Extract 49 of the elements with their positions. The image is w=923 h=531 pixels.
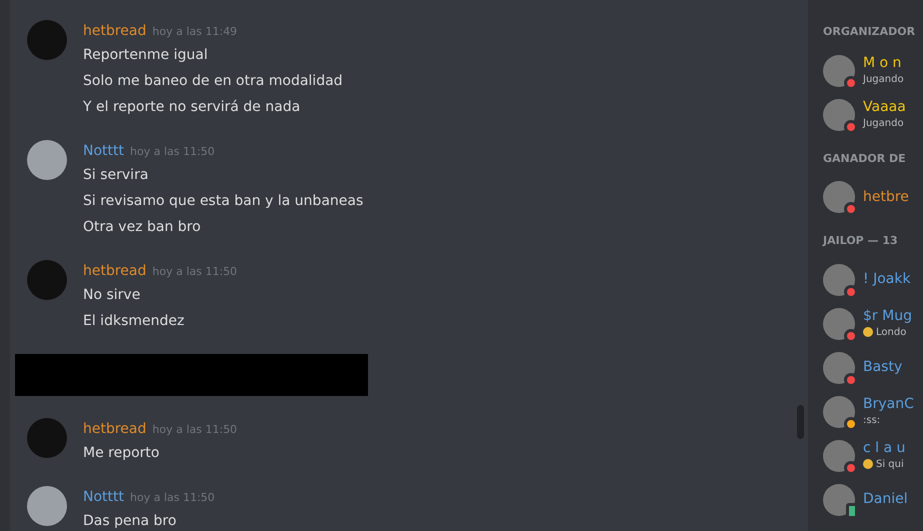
message-text: Solo me baneo de en otra modalidad — [83, 72, 343, 91]
message-text: Das pena bro — [83, 512, 178, 531]
message-timestamp: hoy a las 11:50 — [152, 423, 238, 436]
member-row[interactable]: M o n Jugando — [823, 48, 923, 92]
member-name: c l a u — [863, 440, 906, 456]
member-group-header: JAILOP — 13 — [823, 233, 899, 249]
member-group-header: GANADOR DE — [823, 150, 907, 166]
message-text: No sirve — [83, 286, 142, 305]
member-activity: Londo — [876, 326, 906, 340]
message-text: Si servira — [83, 166, 150, 185]
member-row[interactable]: Basty — [823, 346, 923, 390]
user-avatar[interactable] — [27, 140, 67, 180]
username[interactable]: hetbread — [83, 23, 146, 39]
member-row[interactable]: c l a u Si qui — [823, 434, 923, 478]
member-activity: Jugando — [863, 116, 904, 130]
message-text: Me reporto — [83, 444, 160, 463]
member-name: Vaaaa — [863, 98, 906, 116]
member-name: BryanC — [863, 396, 914, 412]
message-timestamp: hoy a las 11:50 — [152, 265, 238, 278]
member-activity: :ss: — [863, 414, 880, 428]
message-timestamp: hoy a las 11:50 — [130, 145, 215, 158]
member-name: M o n — [863, 54, 902, 72]
message-timestamp: hoy a las 11:49 — [152, 25, 238, 38]
member-row[interactable]: ! Joakk — [823, 258, 923, 302]
username[interactable]: Notttt — [83, 489, 124, 505]
member-activity: Si qui — [876, 458, 904, 472]
member-row[interactable]: BryanC :ss: — [823, 390, 923, 434]
username[interactable]: hetbread — [83, 421, 146, 437]
username[interactable]: hetbread — [83, 263, 146, 279]
scrollbar-thumb[interactable] — [797, 405, 804, 439]
member-row[interactable]: $r Mug Londo — [823, 302, 923, 346]
message-timestamp: hoy a las 11:50 — [130, 491, 215, 504]
member-row[interactable]: Vaaaa Jugando — [823, 92, 923, 136]
user-avatar[interactable] — [27, 486, 67, 526]
message-text: Reportenme igual — [83, 46, 209, 65]
member-group-header: ORGANIZADOR — [823, 24, 916, 40]
message-text: Y el reporte no servirá de nada — [83, 98, 302, 117]
member-name: Daniel — [863, 491, 908, 508]
member-row[interactable]: Daniel — [823, 478, 923, 522]
member-name: hetbre — [863, 188, 909, 206]
message-text: Si revisamo que esta ban y la unbaneas — [83, 192, 364, 211]
member-row[interactable]: hetbre — [823, 175, 923, 219]
member-name: ! Joakk — [863, 271, 911, 288]
member-name: $r Mug — [863, 308, 912, 324]
message-text: Otra vez ban bro — [83, 218, 202, 237]
username[interactable]: Notttt — [83, 143, 124, 159]
member-name: Basty — [863, 359, 902, 376]
message-text: El idksmendez — [83, 312, 186, 331]
member-activity: Jugando — [863, 72, 904, 86]
